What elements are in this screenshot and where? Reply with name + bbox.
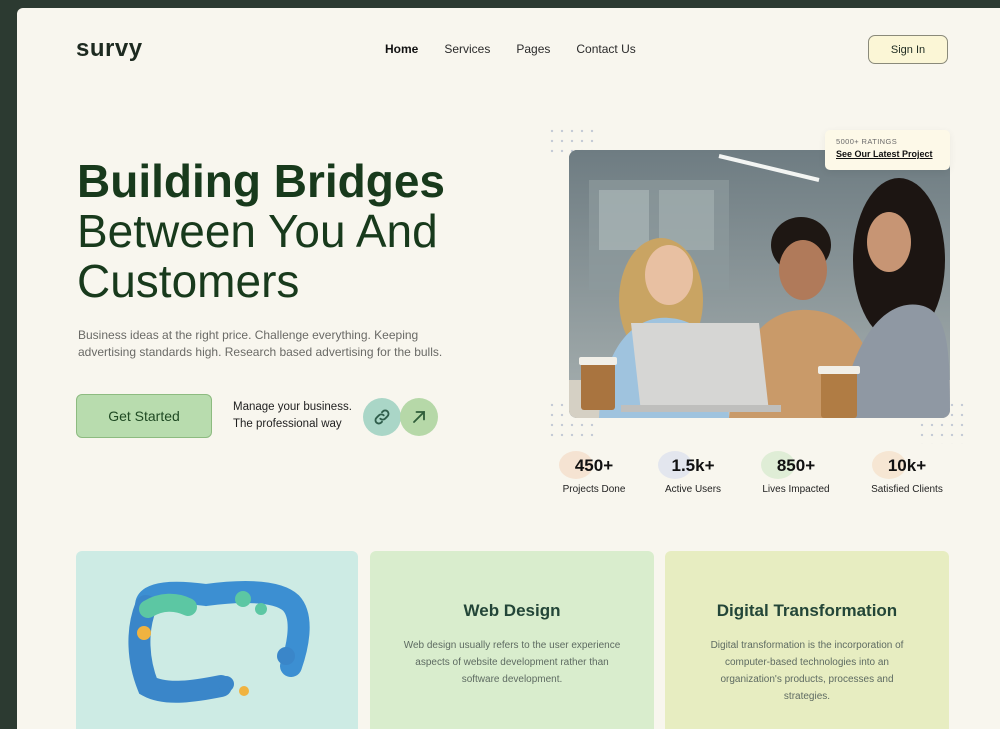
nav-services[interactable]: Services (444, 42, 490, 56)
stat-value: 10k+ (887, 456, 927, 475)
manage-line1: Manage your business. (233, 401, 352, 413)
card-illustration[interactable] (76, 551, 358, 729)
hero-title-line3: Customers (77, 255, 300, 307)
sign-in-button[interactable]: Sign In (868, 35, 948, 64)
stat-value: 450+ (574, 456, 614, 475)
card-title: Web Design (463, 601, 561, 620)
stat-users: 1.5k+ Active Users (648, 451, 738, 495)
brand-logo[interactable]: survy (76, 35, 143, 63)
arrow-up-right-icon[interactable] (400, 398, 438, 436)
chat-bubble-illustration (128, 581, 310, 703)
hero-title: Building Bridges Between You And Custome… (77, 156, 517, 306)
hero-title-line1: Building Bridges (77, 155, 445, 207)
nav-pages[interactable]: Pages (516, 42, 550, 56)
stat-label: Lives Impacted (762, 484, 830, 495)
card-text: Digital transformation is the incorporat… (710, 640, 904, 702)
stat-clients: 10k+ Satisfied Clients (862, 451, 952, 495)
card-web-design[interactable]: Web Design Web design usually refers to … (370, 551, 654, 729)
ratings-label: 5000+ RATINGS (836, 137, 898, 146)
manage-line2: The professional way (233, 418, 342, 430)
card-text: Web design usually refers to the user ex… (403, 640, 621, 685)
page: survy Home Services Pages Contact Us Sig… (17, 8, 1000, 729)
link-icon[interactable] (363, 398, 401, 436)
stat-lives: 850+ Lives Impacted (751, 451, 841, 495)
stat-value: 850+ (776, 456, 816, 475)
hero-photo (569, 150, 950, 418)
stat-label: Satisfied Clients (871, 484, 943, 495)
ratings-card[interactable]: 5000+ RATINGS See Our Latest Project (825, 130, 950, 170)
hero-title-line2: Between You And (77, 205, 438, 257)
stat-projects: 450+ Projects Done (549, 451, 639, 495)
get-started-button[interactable]: Get Started (76, 394, 212, 438)
stat-label: Active Users (664, 484, 722, 495)
card-digital-transformation[interactable]: Digital Transformation Digital transform… (665, 551, 949, 729)
nav-contact[interactable]: Contact Us (576, 42, 635, 56)
stat-label: Projects Done (562, 484, 626, 495)
manage-text: Manage your business. The professional w… (233, 399, 352, 433)
nav-home[interactable]: Home (385, 42, 418, 56)
latest-project-link[interactable]: See Our Latest Project (836, 149, 939, 159)
main-nav: Home Services Pages Contact Us (385, 42, 662, 56)
stat-value: 1.5k+ (671, 456, 715, 475)
hero-subtext: Business ideas at the right price. Chall… (78, 328, 443, 359)
card-title: Digital Transformation (716, 601, 898, 620)
